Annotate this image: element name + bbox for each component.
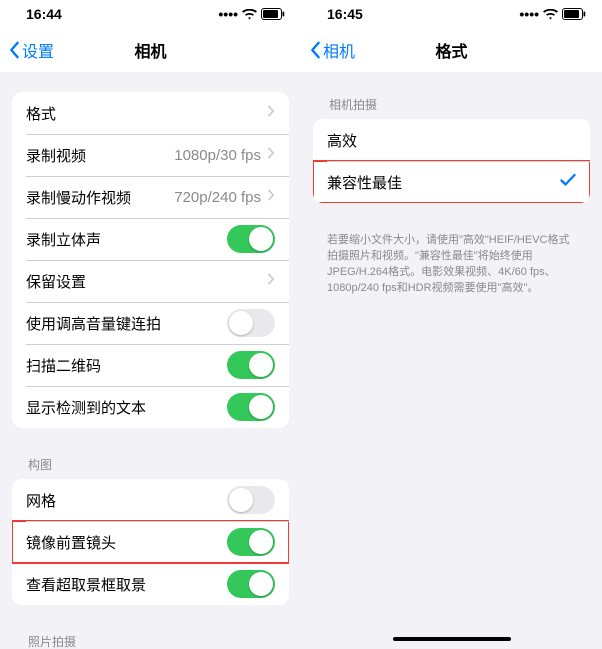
check-icon	[560, 173, 576, 192]
row-查看超取景框取景[interactable]: 查看超取景框取景	[12, 563, 289, 605]
row-网格[interactable]: 网格	[12, 479, 289, 521]
formats-screen: 16:45 •••• 相机 格式 相机拍摄 高效兼容性最佳 若要缩小文件大小，请…	[301, 0, 602, 649]
status-dots: ••••	[218, 6, 238, 22]
nav-bar: 设置 相机	[0, 28, 301, 72]
toggle[interactable]	[227, 225, 275, 253]
row-镜像前置镜头[interactable]: 镜像前置镜头	[12, 521, 289, 563]
chevron-right-icon	[267, 146, 275, 164]
row-label: 录制立体声	[26, 229, 227, 250]
back-button[interactable]: 设置	[8, 38, 54, 62]
row-录制立体声[interactable]: 录制立体声	[12, 218, 289, 260]
row-label: 使用调高音量键连拍	[26, 313, 227, 334]
row-label: 格式	[26, 103, 267, 124]
row-兼容性最佳[interactable]: 兼容性最佳	[313, 161, 590, 203]
nav-bar: 相机 格式	[301, 28, 602, 72]
wifi-icon	[242, 9, 257, 20]
row-label: 网格	[26, 490, 227, 511]
camera-settings-screen: 16:44 •••• 设置 相机 格式录制视频1080p/30 fps录制慢动作…	[0, 0, 301, 649]
status-time: 16:44	[26, 6, 62, 22]
section-header-photo: 照片拍摄	[0, 629, 301, 649]
status-bar: 16:45 ••••	[301, 0, 602, 28]
row-使用调高音量键连拍[interactable]: 使用调高音量键连拍	[12, 302, 289, 344]
toggle[interactable]	[227, 528, 275, 556]
row-高效[interactable]: 高效	[313, 119, 590, 161]
battery-icon	[562, 8, 586, 20]
row-label: 镜像前置镜头	[26, 532, 227, 553]
toggle[interactable]	[227, 351, 275, 379]
row-label: 查看超取景框取景	[26, 574, 227, 595]
row-label: 扫描二维码	[26, 355, 227, 376]
row-录制慢动作视频[interactable]: 录制慢动作视频720p/240 fps	[12, 176, 289, 218]
section-header-capture: 相机拍摄	[301, 92, 602, 119]
chevron-right-icon	[267, 104, 275, 122]
row-label: 录制视频	[26, 145, 174, 166]
chevron-right-icon	[267, 272, 275, 290]
row-格式[interactable]: 格式	[12, 92, 289, 134]
row-保留设置[interactable]: 保留设置	[12, 260, 289, 302]
toggle[interactable]	[227, 309, 275, 337]
row-label: 高效	[327, 130, 576, 151]
row-label: 录制慢动作视频	[26, 187, 174, 208]
row-value: 1080p/30 fps	[174, 147, 261, 164]
status-time: 16:45	[327, 6, 363, 22]
group-main: 格式录制视频1080p/30 fps录制慢动作视频720p/240 fps录制立…	[12, 92, 289, 428]
chevron-left-icon	[309, 41, 321, 59]
home-indicator[interactable]	[393, 637, 511, 641]
chevron-right-icon	[267, 188, 275, 206]
format-footer: 若要缩小文件大小，请使用"高效"HEIF/HEVC格式拍摄照片和视频。"兼容性最…	[301, 227, 602, 303]
group-composition: 网格镜像前置镜头查看超取景框取景	[12, 479, 289, 605]
status-dots: ••••	[519, 6, 539, 22]
page-title: 相机	[134, 38, 166, 62]
status-bar: 16:44 ••••	[0, 0, 301, 28]
row-label: 显示检测到的文本	[26, 397, 227, 418]
back-button[interactable]: 相机	[309, 38, 355, 62]
row-显示检测到的文本[interactable]: 显示检测到的文本	[12, 386, 289, 428]
wifi-icon	[543, 9, 558, 20]
toggle[interactable]	[227, 393, 275, 421]
toggle[interactable]	[227, 486, 275, 514]
page-title: 格式	[435, 38, 467, 62]
content: 格式录制视频1080p/30 fps录制慢动作视频720p/240 fps录制立…	[0, 72, 301, 649]
chevron-left-icon	[8, 41, 20, 59]
row-label: 保留设置	[26, 271, 267, 292]
row-扫描二维码[interactable]: 扫描二维码	[12, 344, 289, 386]
content: 相机拍摄 高效兼容性最佳 若要缩小文件大小，请使用"高效"HEIF/HEVC格式…	[301, 72, 602, 649]
row-label: 兼容性最佳	[327, 172, 560, 193]
row-value: 720p/240 fps	[174, 189, 261, 206]
toggle[interactable]	[227, 570, 275, 598]
row-录制视频[interactable]: 录制视频1080p/30 fps	[12, 134, 289, 176]
section-header-composition: 构图	[0, 452, 301, 479]
battery-icon	[261, 8, 285, 20]
group-format-options: 高效兼容性最佳	[313, 119, 590, 203]
